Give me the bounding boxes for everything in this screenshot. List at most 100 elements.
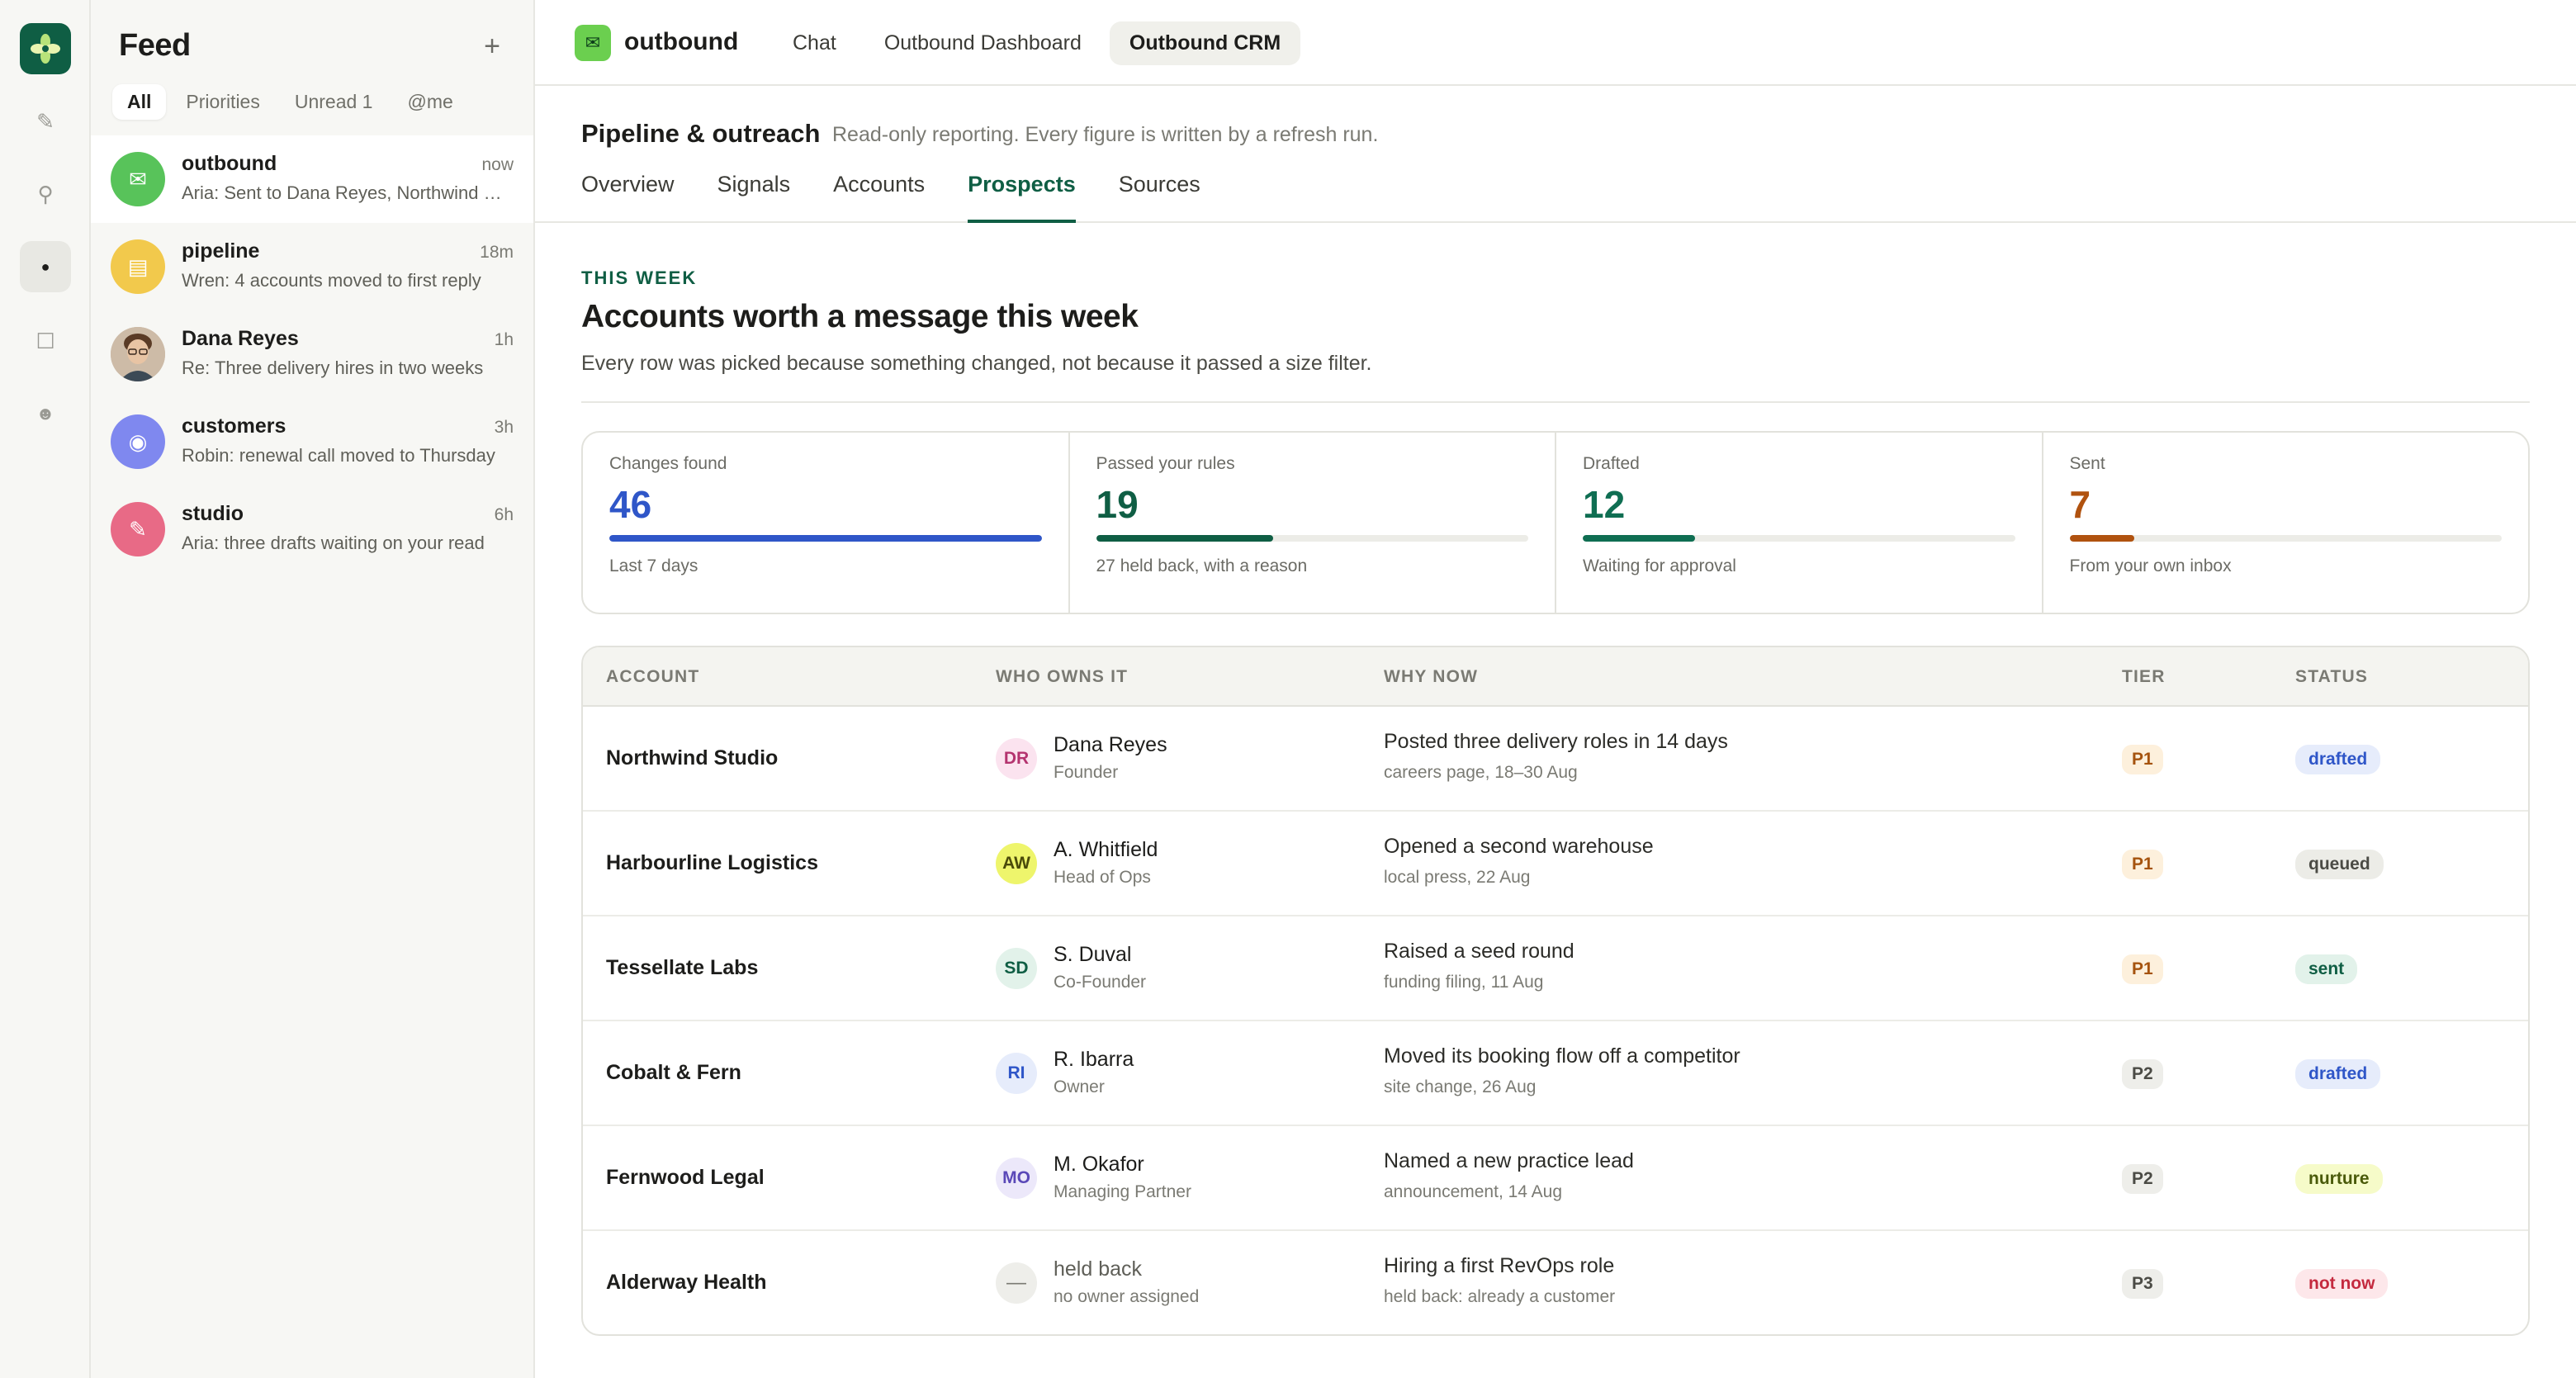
tab-chat[interactable]: Chat <box>773 21 856 65</box>
feed-item-time: 3h <box>494 418 514 437</box>
account-name[interactable]: Alderway Health <box>606 1271 767 1295</box>
column-header-tier[interactable]: TIER <box>2122 667 2166 687</box>
account-name[interactable]: Cobalt & Fern <box>606 1061 741 1085</box>
stat-progress-bar <box>2069 535 2502 542</box>
table-row[interactable]: Cobalt & Fern RI R. Ibarra Owner Moved its b… <box>583 1021 2528 1126</box>
smiley-icon[interactable]: ☻ <box>20 388 71 439</box>
table-row[interactable]: Tessellate Labs SD S. Duval Co-Founder Raise… <box>583 916 2528 1021</box>
clover-logo-icon <box>31 34 60 64</box>
stat-caption: Waiting for approval <box>1583 556 1736 575</box>
stat-value: 12 <box>1583 483 1626 526</box>
stat-sent: Sent 7 From your own inbox <box>2043 433 2529 613</box>
stat-progress-fill <box>609 535 1042 542</box>
stat-value: 46 <box>609 483 652 526</box>
column-header-owner[interactable]: WHO OWNS IT <box>996 667 1128 687</box>
why-now-source: careers page, 18–30 Aug <box>1384 763 1578 782</box>
feed-item-customers[interactable]: ◉ customers 3h Robin: renewal call moved… <box>91 398 533 485</box>
tab-overview[interactable]: Overview <box>581 172 675 223</box>
table-row[interactable]: Harbourline Logistics AW A. Whitfield Head … <box>583 812 2528 916</box>
table-row[interactable]: Northwind Studio DR Dana Reyes Founder Poste… <box>583 707 2528 812</box>
owner-role: no owner assigned <box>1054 1287 1200 1306</box>
owner-role: Owner <box>1054 1077 1105 1096</box>
table-row[interactable]: Fernwood Legal MO M. Okafor Managing Partne… <box>583 1126 2528 1231</box>
pencil-icon[interactable]: ✎ <box>20 96 71 147</box>
square-icon[interactable]: ☐ <box>20 315 71 367</box>
tab-outbound-dashboard[interactable]: Outbound Dashboard <box>864 21 1101 65</box>
feed-tab-priorities[interactable]: Priorities <box>171 84 274 120</box>
why-now-reason: Raised a seed round <box>1384 940 1574 963</box>
feed-filter-tabs: All Priorities Unread 1 @me <box>112 84 468 120</box>
feed-item-time: 18m <box>480 243 514 262</box>
owner-role: Co-Founder <box>1054 973 1147 992</box>
prospects-table: ACCOUNT WHO OWNS IT WHY NOW TIER STATUS … <box>581 646 2530 1336</box>
tab-prospects[interactable]: Prospects <box>968 172 1076 223</box>
owner-name: R. Ibarra <box>1054 1048 1134 1071</box>
page-title: Pipeline & outreach <box>581 119 821 148</box>
page-header: Pipeline & outreach Read-only reporting.… <box>535 86 2576 223</box>
status-badge[interactable]: nurture <box>2295 1164 2383 1194</box>
tab-sources[interactable]: Sources <box>1119 172 1200 223</box>
stat-label: Drafted <box>1583 454 1640 473</box>
owner-avatar: SD <box>996 948 1037 989</box>
envelope-icon: ✉ <box>111 152 165 206</box>
stat-progress-bar <box>1583 535 2015 542</box>
column-header-account[interactable]: ACCOUNT <box>606 667 699 687</box>
why-now-source: announcement, 14 Aug <box>1384 1182 1563 1201</box>
feed-item-snippet: Aria: Sent to Dana Reyes, Northwind Stud… <box>182 182 514 203</box>
tier-badge: P2 <box>2122 1059 2163 1089</box>
stat-progress-bar <box>609 535 1042 542</box>
envelope-icon: ✉ <box>575 25 611 61</box>
account-name[interactable]: Tessellate Labs <box>606 956 758 980</box>
feed-item-pipeline[interactable]: ▤ pipeline 18m Wren: 4 accounts moved to… <box>91 223 533 310</box>
section-tabs: Overview Signals Accounts Prospects Sour… <box>581 172 1200 223</box>
column-header-why-now[interactable]: WHY NOW <box>1384 667 1478 687</box>
feed-item-outbound[interactable]: ✉ outbound now Aria: Sent to Dana Reyes,… <box>91 135 533 223</box>
status-badge[interactable]: not now <box>2295 1269 2389 1299</box>
status-badge[interactable]: drafted <box>2295 1059 2381 1089</box>
tier-badge: P1 <box>2122 954 2163 984</box>
column-header-status[interactable]: STATUS <box>2295 667 2368 687</box>
feed-item-time: 6h <box>494 505 514 524</box>
feed-item-name: studio <box>182 502 244 525</box>
tab-signals[interactable]: Signals <box>717 172 791 223</box>
status-badge[interactable]: drafted <box>2295 745 2381 774</box>
table-header: ACCOUNT WHO OWNS IT WHY NOW TIER STATUS <box>583 647 2528 707</box>
stat-progress-bar <box>1096 535 1528 542</box>
feed-tab-all[interactable]: All <box>112 84 167 120</box>
divider <box>581 401 2530 403</box>
status-badge[interactable]: sent <box>2295 954 2358 984</box>
feed-item-dana-reyes[interactable]: Dana Reyes 1h Re: Three delivery hires i… <box>91 310 533 398</box>
why-now-source: held back: already a customer <box>1384 1287 1616 1306</box>
why-now-source: funding filing, 11 Aug <box>1384 973 1544 992</box>
account-name[interactable]: Harbourline Logistics <box>606 851 818 875</box>
tier-badge: P1 <box>2122 745 2163 774</box>
top-bar: ✉ outbound Chat Outbound Dashboard Outbo… <box>535 0 2576 86</box>
feed-item-studio[interactable]: ✎ studio 6h Aria: three drafts waiting o… <box>91 485 533 573</box>
stat-value: 19 <box>1096 483 1139 526</box>
dot-icon[interactable]: ● <box>20 241 71 292</box>
person-photo-icon <box>111 327 165 381</box>
feed-item-name: outbound <box>182 152 277 175</box>
tab-accounts[interactable]: Accounts <box>833 172 925 223</box>
account-name[interactable]: Fernwood Legal <box>606 1166 765 1190</box>
account-name[interactable]: Northwind Studio <box>606 746 778 770</box>
pin-icon[interactable]: ⚲ <box>20 168 71 220</box>
table-row[interactable]: Alderway Health — held back no owner assign… <box>583 1231 2528 1334</box>
add-icon[interactable]: + <box>476 30 509 63</box>
feed-item-time: 1h <box>494 330 514 349</box>
section-eyebrow: THIS WEEK <box>581 268 698 288</box>
feed-item-snippet: Re: Three delivery hires in two weeks <box>182 358 484 378</box>
workspace-logo[interactable] <box>20 23 71 74</box>
owner-avatar: RI <box>996 1053 1037 1094</box>
stat-progress-fill <box>2069 535 2135 542</box>
tab-outbound-crm[interactable]: Outbound CRM <box>1109 21 1301 65</box>
feed-list: ✉ outbound now Aria: Sent to Dana Reyes,… <box>91 135 533 573</box>
table-body: Northwind Studio DR Dana Reyes Founder Poste… <box>583 707 2528 1334</box>
feed-item-snippet: Robin: renewal call moved to Thursday <box>182 445 495 466</box>
pencil-icon: ✎ <box>111 502 165 556</box>
feed-tab-unread[interactable]: Unread 1 <box>280 84 388 120</box>
feed-tab-mentions[interactable]: @me <box>392 84 467 120</box>
status-badge[interactable]: queued <box>2295 850 2384 879</box>
stat-label: Passed your rules <box>1096 454 1235 473</box>
owner-avatar: — <box>996 1262 1037 1304</box>
